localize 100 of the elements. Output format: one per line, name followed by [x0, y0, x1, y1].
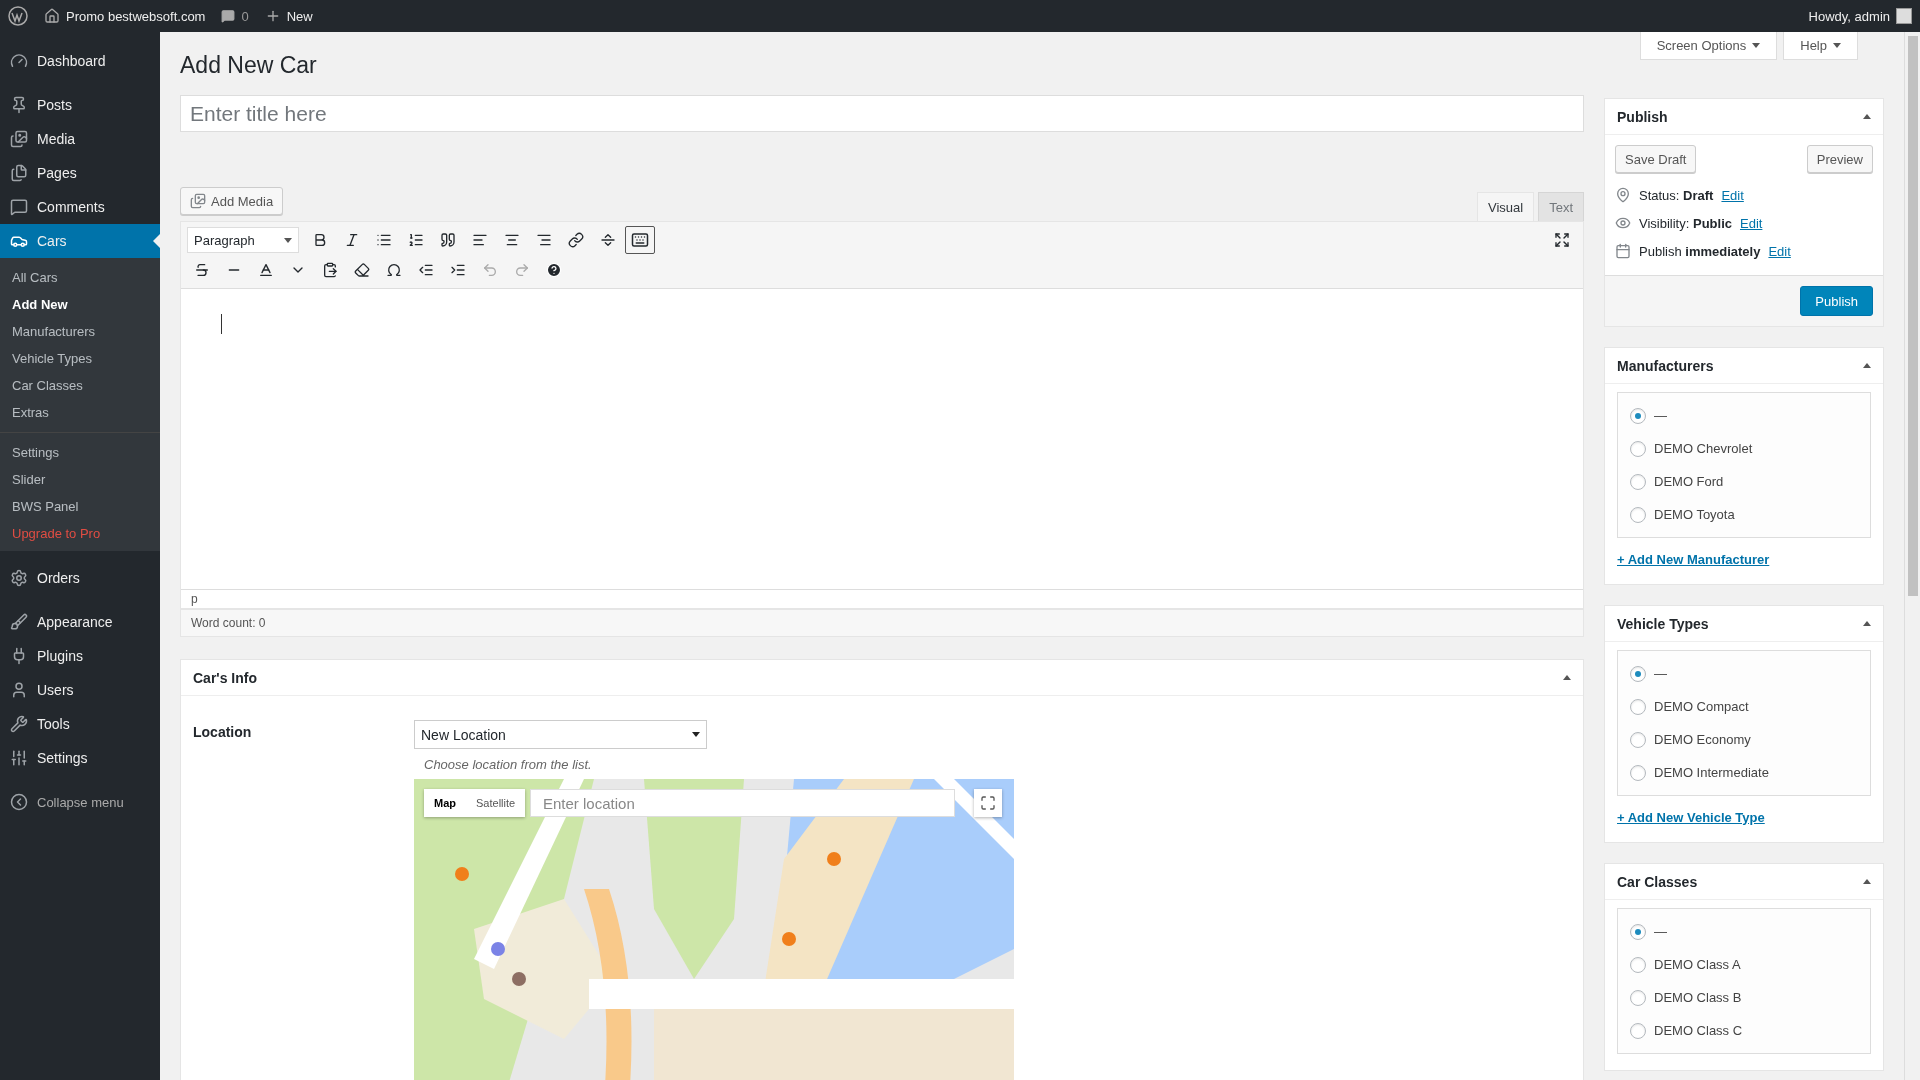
home-icon [44, 8, 60, 24]
collapse-icon[interactable] [1563, 675, 1571, 680]
word-count: Word count: 0 [180, 609, 1584, 637]
radio-button[interactable] [1630, 473, 1646, 490]
menu-item[interactable]: Pages [0, 156, 160, 190]
collapse-icon[interactable] [1863, 879, 1871, 884]
radio-button[interactable] [1630, 989, 1646, 1006]
collapse-icon[interactable] [1863, 114, 1871, 119]
preview-button[interactable]: Preview [1806, 145, 1873, 173]
format-select[interactable]: Paragraph [187, 227, 299, 253]
option-label: — [1654, 666, 1667, 681]
menu-item[interactable]: Dashboard [0, 44, 160, 78]
save-draft-button[interactable]: Save Draft [1615, 145, 1697, 173]
fullscreen-button[interactable] [974, 789, 1002, 817]
menu-item[interactable]: Settings [0, 741, 160, 775]
submenu-item[interactable]: Slider [0, 466, 160, 493]
menu-icon [10, 681, 28, 699]
add-media-button[interactable]: Add Media [180, 187, 284, 215]
radio-button[interactable] [1630, 923, 1646, 940]
radio-button[interactable] [1630, 665, 1646, 682]
collapse-icon[interactable] [1863, 363, 1871, 368]
radio-button[interactable] [1630, 956, 1646, 973]
media-icon [190, 193, 206, 209]
submenu-item[interactable]: All Cars [0, 264, 160, 291]
option-label: DEMO Chevrolet [1654, 441, 1753, 456]
title-field[interactable]: Enter title here [180, 95, 1584, 132]
menu-icon [10, 96, 28, 114]
radio-button[interactable] [1630, 764, 1646, 781]
menu-item[interactable]: Cars [0, 224, 160, 258]
field-label: Location [193, 723, 253, 742]
avatar [1896, 8, 1912, 24]
submenu-item[interactable]: Extras [0, 399, 160, 426]
submenu-item[interactable]: Manufacturers [0, 318, 160, 345]
editor-tab[interactable]: Visual [1476, 192, 1535, 221]
screen-options-button[interactable]: Screen Options [1639, 32, 1778, 60]
menu-item[interactable]: Tools [0, 707, 160, 741]
box-title: Publish [1617, 108, 1668, 125]
radio-button[interactable] [1630, 698, 1646, 715]
collapse-icon[interactable] [1863, 621, 1871, 626]
publish-row-icon [1615, 215, 1631, 231]
option-label: DEMO Toyota [1654, 507, 1735, 522]
menu-icon [10, 613, 28, 631]
option-label: DEMO Intermediate [1654, 765, 1769, 780]
submenu-item[interactable]: Add New [0, 291, 160, 318]
add-new-link[interactable]: + Add New Manufacturer [1617, 552, 1770, 567]
submenu-item[interactable]: BWS Panel [0, 493, 160, 520]
publish-setting: Publish immediately [1639, 243, 1761, 259]
publish-row-icon [1615, 187, 1631, 203]
field-hint: Choose location from the list. [424, 757, 592, 772]
page-title: Add New Car [180, 51, 317, 80]
menu-item[interactable]: Orders [0, 561, 160, 595]
submenu-item[interactable]: Car Classes [0, 372, 160, 399]
location-search-field[interactable]: Enter location [530, 789, 955, 817]
toolbar-toggle-icon[interactable] [625, 226, 655, 254]
menu-icon [10, 569, 28, 587]
option-label: DEMO Class C [1654, 1023, 1743, 1038]
map-type-tab[interactable]: Satellite [466, 789, 526, 817]
option-label: DEMO Class B [1654, 990, 1742, 1005]
new-link[interactable]: New [264, 8, 313, 24]
menu-icon [10, 130, 28, 148]
option-label: DEMO Class A [1654, 957, 1741, 972]
edit-link[interactable]: Edit [1740, 215, 1763, 231]
menu-icon [10, 164, 28, 182]
radio-button[interactable] [1630, 731, 1646, 748]
logo-icon [8, 6, 28, 26]
radio-button[interactable] [1630, 440, 1646, 457]
edit-link[interactable]: Edit [1768, 243, 1791, 259]
location-select[interactable]: New Location [414, 720, 707, 749]
site-link[interactable]: Promo bestwebsoft.com [44, 8, 206, 24]
menu-item[interactable]: Plugins [0, 639, 160, 673]
option-label: — [1654, 408, 1667, 423]
publish-setting: Visibility: Public [1639, 215, 1732, 231]
menu-item[interactable]: Appearance [0, 605, 160, 639]
menu-icon [10, 198, 28, 216]
collapse-menu[interactable]: Collapse menu [0, 785, 160, 819]
radio-button[interactable] [1630, 506, 1646, 523]
submenu-item[interactable]: Vehicle Types [0, 345, 160, 372]
box-title: Car's Info [193, 669, 257, 686]
menu-item[interactable]: Users [0, 673, 160, 707]
radio-button[interactable] [1630, 1022, 1646, 1039]
radio-button[interactable] [1630, 407, 1646, 424]
comment-count: 0 [241, 8, 249, 24]
publish-setting: Status: Draft [1639, 187, 1714, 203]
account-link[interactable]: Howdy, admin [1808, 8, 1912, 24]
option-label: DEMO Ford [1654, 474, 1724, 489]
editor-tab[interactable]: Text [1538, 192, 1584, 221]
submenu-item[interactable]: Settings [0, 439, 160, 466]
help-button[interactable]: Help [1783, 32, 1858, 60]
menu-item[interactable]: Media [0, 122, 160, 156]
edit-link[interactable]: Edit [1721, 187, 1744, 203]
add-new-link[interactable]: + Add New Vehicle Type [1617, 810, 1765, 825]
collapse-icon [10, 793, 28, 811]
option-label: DEMO Economy [1654, 732, 1751, 747]
menu-icon [10, 749, 28, 767]
map-type-tab[interactable]: Map [424, 789, 466, 817]
menu-item[interactable]: Comments [0, 190, 160, 224]
comments-link[interactable]: 0 [221, 8, 249, 24]
option-label: — [1654, 924, 1667, 939]
menu-item[interactable]: Posts [0, 88, 160, 122]
publish-button[interactable]: Publish [1800, 286, 1873, 316]
